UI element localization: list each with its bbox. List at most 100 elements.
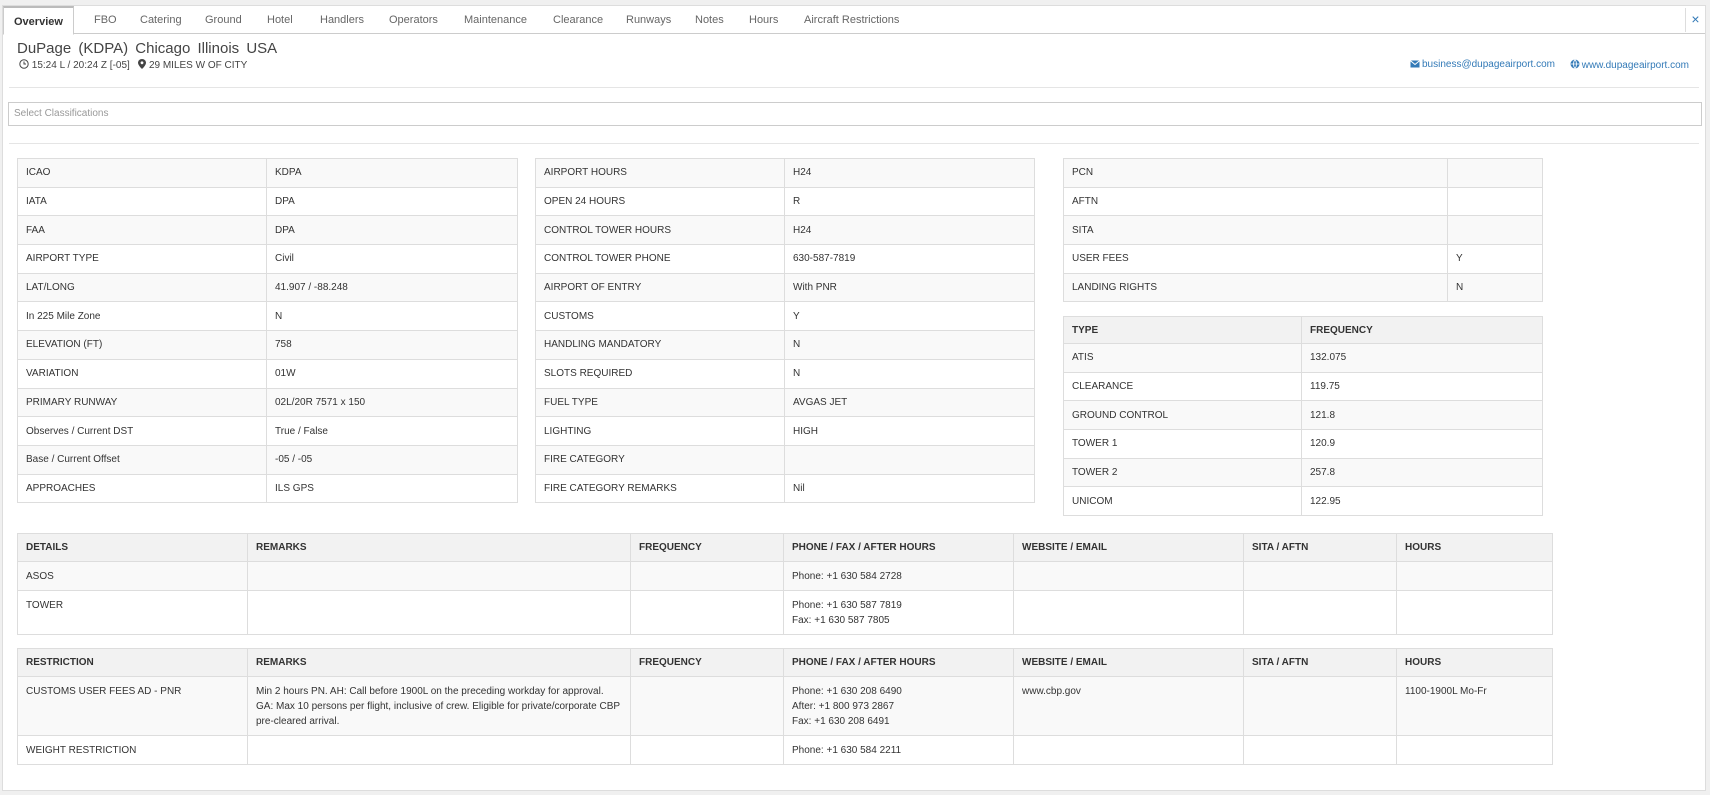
table-row: ASOS Phone: +1 630 584 2728 (17, 561, 1553, 591)
column-header: SITA / AFTN (1243, 648, 1397, 677)
table-row: CONTROL TOWER PHONE 630-587-7819 (535, 244, 1035, 274)
table-cell: Min 2 hours PN. AH: Call before 1900L on… (247, 676, 631, 736)
column-header: HOURS (1396, 533, 1553, 562)
table-row: APPROACHES ILS GPS (17, 473, 518, 504)
table-row: SLOTS REQUIRED N (535, 358, 1035, 389)
table-cell (1013, 590, 1244, 635)
tab-clearance[interactable]: Clearance (543, 6, 613, 34)
table-cell (1243, 561, 1397, 591)
column-header: PHONE / FAX / AFTER HOURS (783, 648, 1014, 677)
field-value: 02L/20R 7571 x 150 (266, 387, 518, 418)
field-value: True / False (266, 416, 518, 446)
tab-operators[interactable]: Operators (379, 6, 448, 34)
field-value: AVGAS JET (784, 387, 1035, 418)
table-row: LAT/LONG 41.907 / -88.248 (17, 272, 518, 303)
table-cell (1243, 735, 1397, 765)
frequency-table: TYPE FREQUENCY ATIS 132.075 CLEARANCE 119.7… (1063, 316, 1543, 517)
field-label: HANDLING MANDATORY (535, 330, 785, 360)
close-icon[interactable]: × (1685, 8, 1705, 32)
frequency-value: 257.8 (1301, 457, 1543, 488)
cell-line: WEIGHT RESTRICTION (26, 745, 137, 756)
field-value (1447, 215, 1543, 246)
cell-line: Phone: +1 630 208 6490 (792, 686, 902, 697)
tab-catering[interactable]: Catering (130, 6, 192, 34)
table-cell: www.cbp.gov (1013, 676, 1244, 736)
table-cell: Phone: +1 630 584 2728 (783, 561, 1014, 591)
field-label: APPROACHES (17, 473, 267, 504)
table-cell: Phone: +1 630 584 2211 (783, 735, 1014, 765)
tab-handlers[interactable]: Handlers (310, 6, 374, 34)
field-value: DPA (266, 186, 518, 217)
email-text: business@dupageairport.com (1421, 59, 1555, 70)
column-header: PHONE / FAX / AFTER HOURS (783, 533, 1014, 562)
field-label: SLOTS REQUIRED (535, 358, 785, 389)
frequency-type: TOWER 2 (1063, 457, 1302, 488)
field-label: PRIMARY RUNWAY (17, 387, 267, 418)
table-cell: TOWER (17, 590, 248, 635)
field-value: 41.907 / -88.248 (266, 272, 518, 303)
frequency-row: UNICOM 122.95 (1063, 486, 1543, 517)
tab-aircraft-restrictions[interactable]: Aircraft Restrictions (794, 6, 909, 34)
column-header: DETAILS (17, 533, 248, 562)
cell-line: ASOS (26, 571, 54, 582)
website-text: www.dupageairport.com (1581, 60, 1689, 71)
website-link[interactable]: www.dupageairport.com (1570, 59, 1689, 71)
table-cell (247, 735, 631, 765)
cell-line: Phone: +1 630 584 2211 (792, 745, 902, 756)
tab-ground[interactable]: Ground (195, 6, 252, 34)
field-value: Y (1447, 244, 1543, 274)
clock-icon (19, 59, 29, 69)
tab-bar: Overview FBO Catering Ground Hotel Handl… (3, 6, 1705, 35)
frequency-type: GROUND CONTROL (1063, 400, 1302, 431)
table-cell: Phone: +1 630 208 6490 After: +1 800 973 … (783, 676, 1014, 736)
table-row: FIRE CATEGORY (535, 444, 1035, 475)
field-value: KDPA (266, 158, 518, 188)
table-row: Base / Current Offset -05 / -05 (17, 444, 518, 475)
cell-line: Phone: +1 630 587 7819 (792, 600, 902, 611)
classifications-select[interactable]: Select Classifications (8, 102, 1702, 126)
field-label: In 225 Mile Zone (17, 301, 267, 332)
tab-fbo[interactable]: FBO (84, 6, 127, 34)
field-label: Observes / Current DST (17, 416, 267, 446)
table-row: In 225 Mile Zone N (17, 301, 518, 332)
column-header: SITA / AFTN (1243, 533, 1397, 562)
field-label: FIRE CATEGORY (535, 444, 785, 475)
cell-line: TOWER (26, 600, 64, 611)
frequency-row: ATIS 132.075 (1063, 343, 1543, 373)
table-cell (1243, 590, 1397, 635)
table-row: USER FEES Y (1063, 244, 1543, 274)
frequency-value: 121.8 (1301, 400, 1543, 431)
tab-maintenance[interactable]: Maintenance (454, 6, 537, 34)
divider (9, 143, 1699, 144)
field-label: IATA (17, 186, 267, 217)
field-label: USER FEES (1063, 244, 1448, 274)
field-value: Civil (266, 244, 518, 274)
envelope-icon (1410, 60, 1420, 68)
tab-runways[interactable]: Runways (616, 6, 681, 34)
tab-hours[interactable]: Hours (739, 6, 788, 34)
email-link[interactable]: business@dupageairport.com (1410, 59, 1555, 70)
airport-hours-table: AIRPORT HOURS H24 OPEN 24 HOURS R CONTROL TO… (535, 158, 1035, 504)
tab-notes[interactable]: Notes (685, 6, 734, 34)
frequency-value: 132.075 (1301, 343, 1543, 373)
table-row: ELEVATION (FT) 758 (17, 330, 518, 360)
table-cell (1396, 735, 1553, 765)
tab-hotel[interactable]: Hotel (257, 6, 303, 34)
field-label: FUEL TYPE (535, 387, 785, 418)
table-row: ICAO KDPA (17, 158, 518, 188)
frequency-value: 122.95 (1301, 486, 1543, 517)
table-cell (1013, 735, 1244, 765)
field-value: Nil (784, 473, 1035, 504)
field-value: 01W (266, 358, 518, 389)
table-row: VARIATION 01W (17, 358, 518, 389)
field-value: 630-587-7819 (784, 244, 1035, 274)
table-row: AIRPORT OF ENTRY With PNR (535, 272, 1035, 303)
table-cell: Phone: +1 630 587 7819 Fax: +1 630 587 78… (783, 590, 1014, 635)
cell-line[interactable]: www.cbp.gov (1022, 684, 1235, 699)
table-row: PRIMARY RUNWAY 02L/20R 7571 x 150 (17, 387, 518, 418)
tab-overview[interactable]: Overview (3, 6, 74, 35)
field-value: H24 (784, 158, 1035, 188)
frequency-value: 119.75 (1301, 371, 1543, 402)
details-table: DETAILS REMARKS FREQUENCY PHONE / FAX / AFT… (17, 533, 1553, 635)
frequency-row: TOWER 2 257.8 (1063, 457, 1543, 488)
